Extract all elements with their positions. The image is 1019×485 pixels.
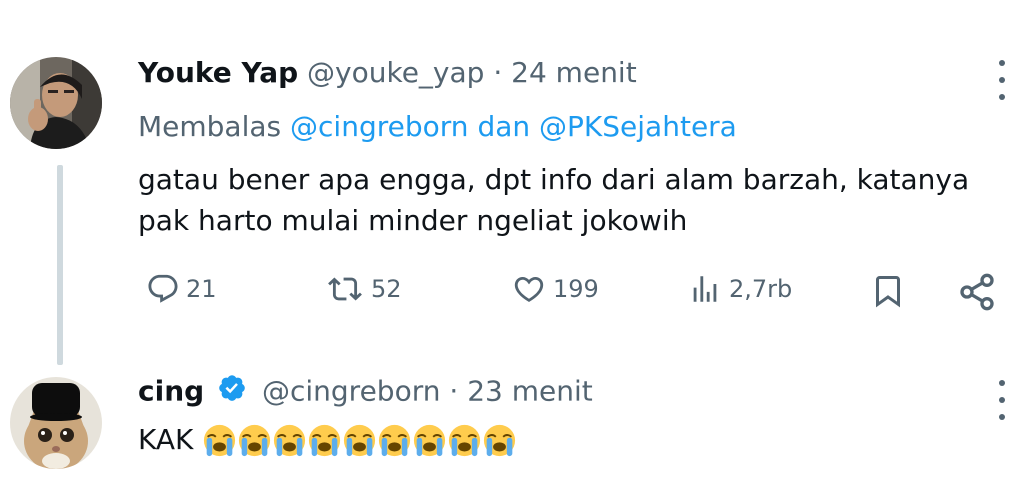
bookmark-button[interactable] — [870, 272, 906, 310]
separator-dot: · — [493, 56, 503, 89]
tweet-header: cing @cingreborn · 23 menit — [138, 373, 593, 412]
display-name[interactable]: Youke Yap — [138, 56, 298, 89]
user-handle[interactable]: @youke_yap — [307, 56, 484, 89]
like-count: 199 — [553, 275, 599, 303]
retweet-icon — [328, 277, 362, 301]
thread-connector-line — [57, 165, 63, 365]
avatar[interactable] — [10, 377, 102, 469]
more-options-icon[interactable] — [997, 380, 1007, 420]
tweet-text-line: pak harto mulai minder ngeliat jokowih — [138, 204, 688, 237]
retweet-count: 52 — [371, 275, 402, 303]
reply-button[interactable]: 21 — [146, 272, 217, 306]
like-button[interactable]: 199 — [511, 272, 599, 306]
loudly-crying-face-icon — [484, 424, 516, 456]
loudly-crying-face-icon — [204, 424, 236, 456]
timestamp[interactable]: 23 menit — [467, 375, 593, 408]
display-name[interactable]: cing — [138, 375, 204, 408]
loudly-crying-face-icon — [414, 424, 446, 456]
views-icon — [693, 276, 717, 302]
heart-icon — [514, 276, 544, 302]
action-bar: 21 52 199 2,7rb — [0, 272, 1019, 322]
reply-context: Membalas @cingreborn dan @PKSejahtera — [138, 109, 737, 145]
loudly-crying-face-icon — [309, 424, 341, 456]
share-button[interactable] — [957, 272, 997, 312]
tweet-text: gatau bener apa engga, dpt info dari ala… — [138, 159, 1008, 241]
timestamp[interactable]: 24 menit — [511, 56, 637, 89]
reply-prefix: Membalas — [138, 110, 282, 143]
reply-icon — [148, 274, 178, 303]
reply-count: 21 — [186, 275, 217, 303]
tweet-text-content: KAK — [138, 423, 194, 456]
loudly-crying-face-icon — [449, 424, 481, 456]
loudly-crying-face-icon — [274, 424, 306, 456]
tweet-text: KAK — [138, 420, 516, 460]
emoji-row — [201, 424, 516, 457]
avatar[interactable] — [10, 57, 102, 149]
views-button[interactable]: 2,7rb — [687, 272, 792, 306]
separator-dot: · — [449, 374, 459, 408]
mention-link[interactable]: @cingreborn — [290, 110, 469, 143]
tweet-text-line: gatau bener apa engga, dpt info dari ala… — [138, 163, 970, 196]
reply-conjunction: dan — [477, 110, 531, 143]
loudly-crying-face-icon — [344, 424, 376, 456]
views-count: 2,7rb — [729, 275, 793, 303]
share-icon — [960, 273, 994, 311]
retweet-button[interactable]: 52 — [325, 272, 402, 306]
tweet-header: Youke Yap @youke_yap · 24 menit — [138, 55, 637, 91]
verified-badge-icon[interactable] — [217, 373, 247, 412]
bookmark-icon — [876, 276, 900, 308]
user-handle[interactable]: @cingreborn — [262, 375, 441, 408]
mention-link[interactable]: @PKSejahtera — [539, 110, 737, 143]
loudly-crying-face-icon — [379, 424, 411, 456]
more-options-icon[interactable] — [997, 60, 1007, 100]
loudly-crying-face-icon — [239, 424, 271, 456]
